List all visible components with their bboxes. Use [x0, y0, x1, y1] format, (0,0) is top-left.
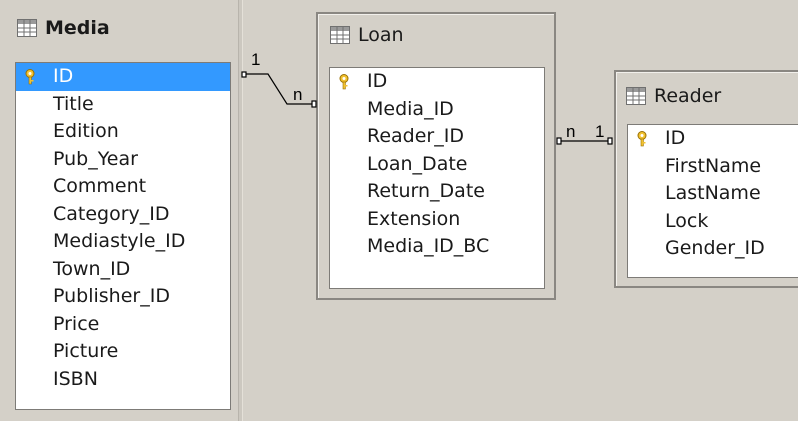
relation-endpoint [311, 100, 317, 108]
relation-lines: 1 n n 1 [241, 50, 613, 145]
cardinality-label: n [293, 85, 302, 104]
relation-media-loan[interactable] [241, 71, 317, 108]
relation-endpoint [241, 71, 247, 78]
relation-endpoint [556, 137, 562, 145]
cardinality-label: 1 [251, 50, 260, 69]
cardinality-label: n [566, 122, 575, 141]
cardinality-label: 1 [595, 122, 604, 141]
relation-endpoint [607, 137, 613, 145]
